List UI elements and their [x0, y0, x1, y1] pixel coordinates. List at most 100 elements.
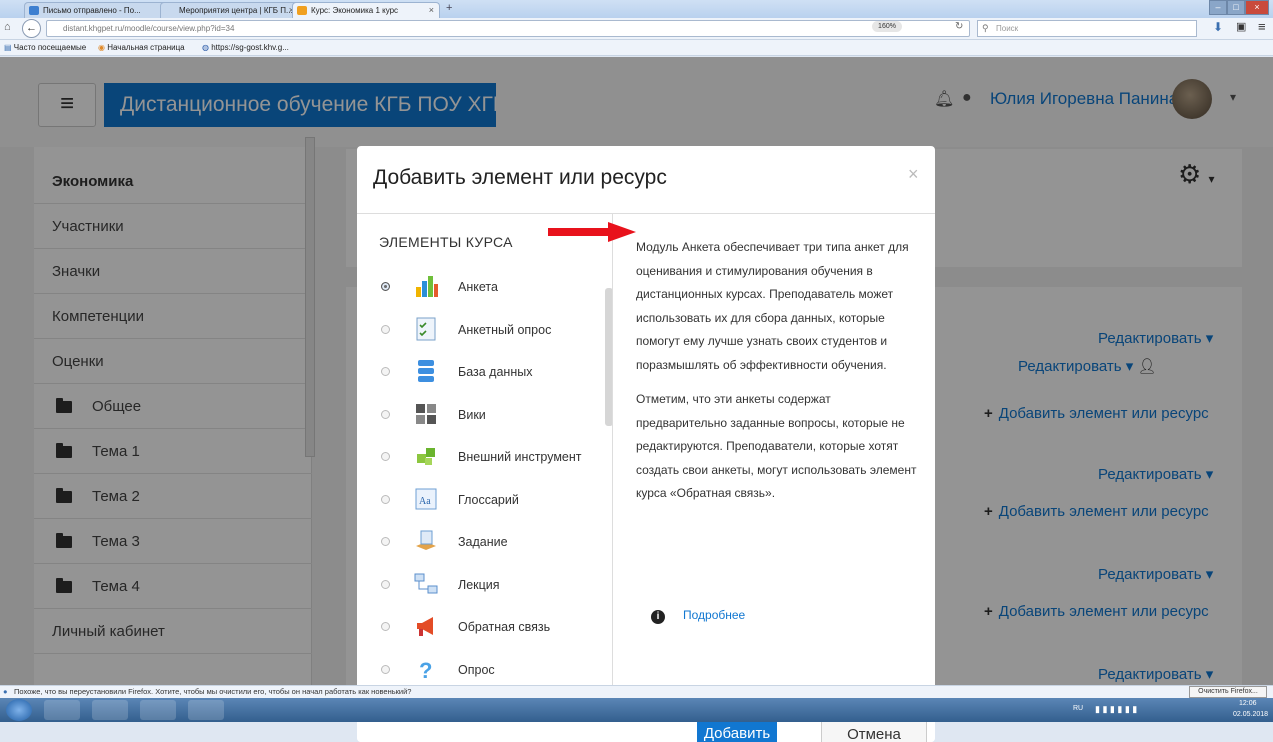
database-icon [413, 358, 439, 384]
activity-label: Задание [458, 535, 508, 549]
firefox-reset-notification: ● Похоже, что вы переустановили Firefox.… [0, 685, 1273, 698]
activity-radio[interactable] [381, 579, 390, 589]
activity-radio[interactable] [381, 409, 390, 419]
activity-option[interactable]: Анкета [357, 266, 605, 308]
language-indicator[interactable]: RU [1073, 705, 1083, 712]
activity-label: Анкетный опрос [458, 322, 552, 337]
activity-label: Анкета [458, 280, 498, 294]
activity-radio[interactable] [381, 324, 390, 334]
questionnaire-icon [413, 316, 439, 342]
reload-icon[interactable]: ↻ [955, 21, 963, 32]
tray-icons[interactable]: ▮ ▮ ▮ ▮ ▮ ▮ [1095, 704, 1137, 715]
description-paragraph: Отметим, что эти анкеты содержат предвар… [636, 392, 917, 500]
activity-label: Вики [458, 407, 486, 422]
start-button-icon[interactable] [6, 699, 32, 721]
svg-text:?: ? [419, 658, 432, 682]
activity-option[interactable]: Обратная связь [357, 606, 605, 648]
menu-icon[interactable]: ≡ [1258, 19, 1266, 34]
activity-description: Модуль Анкета обеспечивает три типа анке… [636, 236, 921, 506]
activity-label: Глоссарий [458, 492, 519, 507]
clock-time[interactable]: 12:06 [1239, 700, 1257, 707]
activity-label: База данных [458, 365, 533, 379]
explorer-taskbar-icon[interactable] [44, 700, 80, 720]
search-input[interactable]: ⚲ Поиск [977, 20, 1197, 37]
search-icon: ⚲ [982, 23, 989, 33]
url-field[interactable]: distant.khgpet.ru/moodle/course/view.php… [46, 20, 970, 37]
activity-option[interactable]: Внешний инструмент [357, 436, 605, 478]
firefox-icon: ◉ [98, 43, 105, 52]
url-text: distant.khgpet.ru/moodle/course/view.php… [63, 24, 235, 33]
home-icon[interactable]: ⌂ [4, 21, 11, 33]
browser-tab-bar: Письмо отправлено - По... × Мероприятия … [0, 0, 1273, 18]
browser-nav-bar: ⌂ ← distant.khgpet.ru/moodle/course/view… [0, 18, 1273, 40]
svg-text:Aa: Aa [419, 496, 431, 507]
firefox-taskbar-icon[interactable] [92, 700, 128, 720]
tab-title: Мероприятия центра | КГБ П... [179, 6, 293, 15]
dialog-title: Добавить элемент или ресурс [373, 166, 667, 189]
bookmark-most-visited[interactable]: ▤ Часто посещаемые [4, 40, 86, 55]
arrow-shaft [548, 228, 610, 236]
activity-option[interactable]: Вики [357, 394, 605, 436]
reset-firefox-button[interactable]: Очистить Firefox... [1189, 686, 1267, 698]
activity-label: Внешний инструмент [458, 450, 582, 464]
red-arrow-annotation [548, 222, 636, 242]
maximize-icon[interactable]: □ [1227, 0, 1245, 15]
question-mark-icon: ? [413, 656, 439, 683]
search-placeholder: Поиск [996, 24, 1019, 33]
survey-chart-icon [413, 273, 439, 299]
activity-label: Обратная связь [458, 620, 551, 634]
window-controls: – □ × [1209, 0, 1269, 16]
clock-date: 02.05.2018 [1233, 711, 1269, 718]
info-icon: i [651, 610, 665, 624]
globe-icon: ◍ [202, 43, 209, 52]
activity-radio[interactable] [381, 664, 390, 674]
list-scrollbar[interactable] [605, 288, 612, 426]
word-taskbar-icon[interactable] [140, 700, 176, 720]
activity-radio[interactable] [381, 494, 390, 504]
activity-radio[interactable] [381, 367, 390, 376]
notification-text: Похоже, что вы переустановили Firefox. Х… [14, 687, 412, 696]
section-header: ЭЛЕМЕНТЫ КУРСА [379, 234, 513, 250]
moodle-page: ≡ Дистанционное обучение КГБ ПОУ ХГПЭТ 🔔… [0, 57, 1273, 742]
wiki-icon [413, 401, 439, 427]
arrow-head [608, 222, 636, 242]
browser-tab-events[interactable]: Мероприятия центра | КГБ П... × [160, 2, 300, 18]
activity-list: ЭЛЕМЕНТЫ КУРСА Анкета Анкетный опрос База … [357, 214, 613, 706]
paint-taskbar-icon[interactable] [188, 700, 224, 720]
lesson-icon [413, 571, 439, 597]
close-icon[interactable]: × [908, 164, 919, 185]
description-paragraph: Модуль Анкета обеспечивает три типа анке… [636, 240, 909, 372]
browser-tab-course[interactable]: Курс: Экономика 1 курс × [292, 2, 440, 18]
back-button-icon[interactable]: ← [22, 19, 41, 38]
bookmark-label: Начальная страница [107, 43, 185, 52]
bookmarks-bar: ▤ Часто посещаемые ◉ Начальная страница … [0, 40, 1273, 56]
add-activity-dialog: Добавить элемент или ресурс × ЭЛЕМЕНТЫ К… [357, 146, 935, 742]
activity-radio[interactable] [381, 537, 390, 546]
windows-taskbar: RU ▮ ▮ ▮ ▮ ▮ ▮ 12:06 02.05.2018 [0, 698, 1273, 722]
library-icon[interactable]: ▣ [1236, 20, 1246, 33]
download-icon[interactable]: ⬇ [1213, 20, 1223, 34]
bookmark-label: https://sg-gost.khv.g... [211, 43, 289, 52]
minimize-icon[interactable]: – [1209, 0, 1227, 15]
glossary-icon: Aa [413, 486, 439, 512]
activity-option[interactable]: Лекция [357, 564, 605, 606]
megaphone-icon [413, 613, 439, 639]
bookmark-home[interactable]: ◉ Начальная страница [98, 40, 185, 55]
activity-option[interactable]: Aa Глоссарий [357, 479, 605, 521]
bookmark-sg-gost[interactable]: ◍ https://sg-gost.khv.g... [202, 40, 289, 55]
activity-radio[interactable] [381, 452, 390, 461]
activity-option[interactable]: База данных [357, 351, 605, 393]
activity-label: Лекция [458, 577, 500, 592]
activity-option[interactable]: Анкетный опрос [357, 309, 605, 351]
close-tab-icon[interactable]: × [429, 3, 434, 18]
activity-radio[interactable] [381, 282, 390, 291]
more-help-link[interactable]: Подробнее [683, 608, 745, 622]
assignment-icon [413, 528, 439, 554]
puzzle-icon [413, 443, 439, 469]
activity-radio[interactable] [381, 622, 390, 631]
new-tab-button[interactable]: + [446, 2, 452, 14]
zoom-indicator[interactable]: 160% [872, 21, 902, 32]
activity-option[interactable]: Задание [357, 521, 605, 563]
close-window-icon[interactable]: × [1245, 0, 1269, 15]
info-icon: ● [3, 687, 8, 696]
